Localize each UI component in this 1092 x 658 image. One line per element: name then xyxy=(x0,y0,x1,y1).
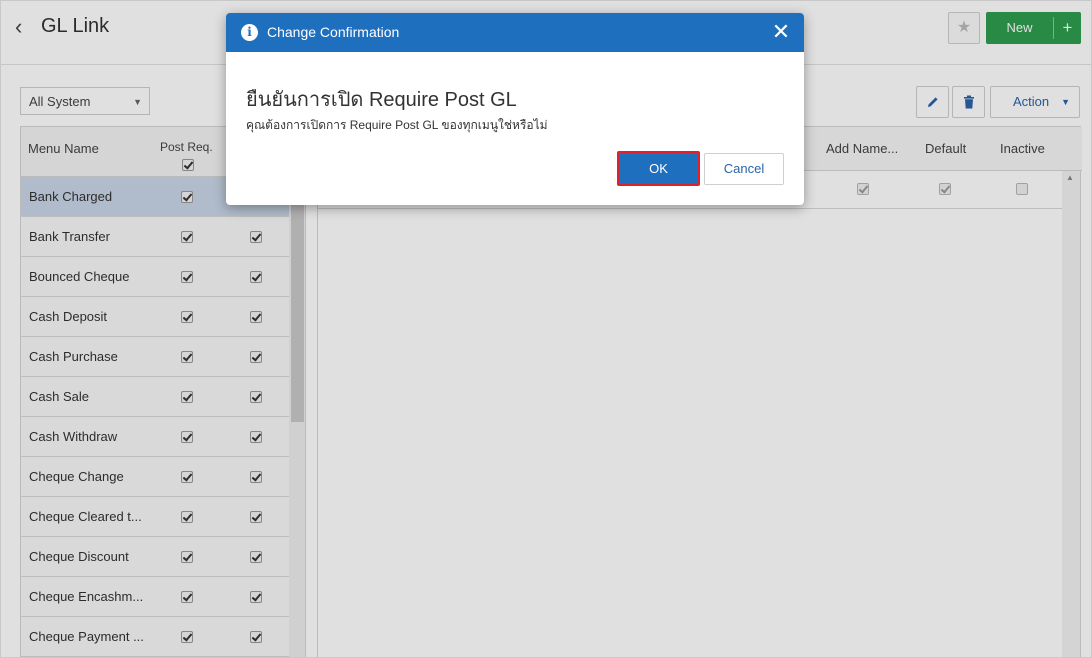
info-icon: i xyxy=(241,24,258,41)
close-icon[interactable]: ✕ xyxy=(770,19,792,45)
change-confirmation-dialog: i Change Confirmation ✕ ยืนยันการเปิด Re… xyxy=(226,13,804,205)
app-window: ‹ GL Link ★ New + All System ▼ Action ▼ xyxy=(0,0,1092,658)
dialog-message: คุณต้องการเปิดการ Require Post GL ของทุก… xyxy=(246,118,548,132)
dialog-title: Change Confirmation xyxy=(267,24,400,40)
cancel-button[interactable]: Cancel xyxy=(704,153,784,185)
dialog-header: i Change Confirmation ✕ xyxy=(226,13,804,52)
ok-button[interactable]: OK xyxy=(617,151,700,186)
dialog-heading: ยืนยันการเปิด Require Post GL xyxy=(246,89,517,111)
